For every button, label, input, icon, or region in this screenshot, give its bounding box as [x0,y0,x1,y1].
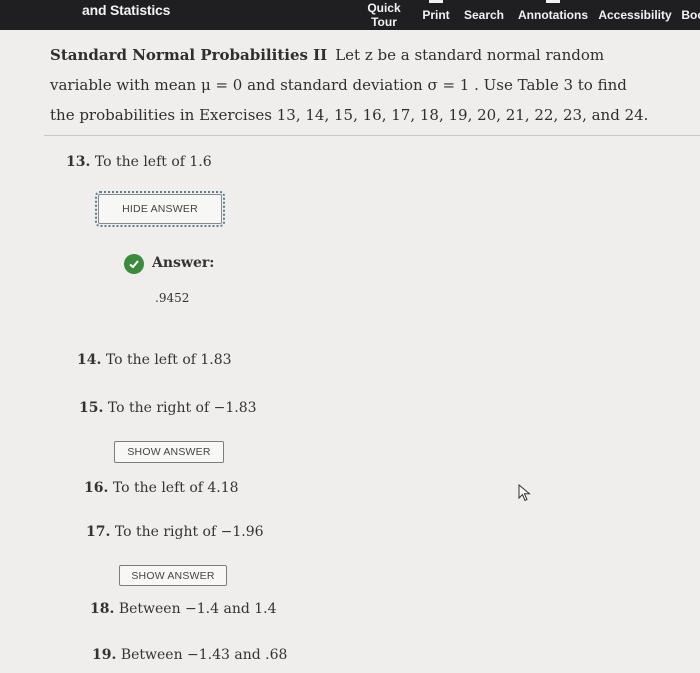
accessibility-label: Accessibility [598,8,672,22]
search-button[interactable]: Search [462,0,506,30]
app-title: and Statistics [82,2,171,18]
exercise-number: 13. [66,154,91,170]
exercise-text: To the left of 4.18 [112,480,239,496]
quick-tour-label-line2: Tour [371,15,397,29]
exercise-13: 13. To the left of 1.6 [66,154,212,170]
print-label: Print [422,8,450,22]
annotations-icon [546,0,560,3]
exercise-text: To the left of 1.6 [94,154,212,170]
exercise-18: 18. Between −1.4 and 1.4 [90,601,277,617]
exercise-text: To the right of −1.83 [107,400,257,416]
show-answer-button-15[interactable]: SHOW ANSWER [114,441,224,463]
book-button[interactable]: Boo [678,0,700,30]
exercise-text: Between −1.4 and 1.4 [118,601,277,617]
quick-tour-button[interactable]: Quick Tour [362,0,406,30]
annotations-button[interactable]: Annotations [516,0,590,30]
exercise-16: 16. To the left of 4.18 [84,480,239,496]
divider [44,135,700,136]
exercise-15: 15. To the right of −1.83 [79,400,257,416]
show-answer-button-17[interactable]: SHOW ANSWER [119,565,227,586]
exercise-number: 19. [92,647,117,663]
exercise-17: 17. To the right of −1.96 [86,524,264,540]
print-icon [429,0,443,3]
exercise-number: 15. [79,400,104,416]
exercise-14: 14. To the left of 1.83 [77,352,232,368]
exercise-number: 18. [90,601,115,617]
search-label: Search [463,8,505,22]
mouse-cursor-icon [518,484,531,502]
accessibility-button[interactable]: Accessibility [596,0,674,30]
exercise-text: Between −1.43 and .68 [120,647,288,663]
exercise-content: Standard Normal Probabilities II Let z be… [0,30,700,673]
exercise-number: 16. [84,480,109,496]
intro-paragraph: Standard Normal Probabilities II Let z be… [50,40,650,130]
exercise-number: 17. [86,524,111,540]
print-button[interactable]: Print [420,0,452,30]
annotations-label: Annotations [518,8,588,22]
top-toolbar: and Statistics Quick Tour Print Search A… [0,0,700,30]
exercise-text: To the left of 1.83 [105,352,232,368]
section-heading: Standard Normal Probabilities II [50,46,328,64]
quick-tour-label-line1: Quick [367,1,401,15]
exercise-number: 14. [77,352,102,368]
answer-value: .9452 [155,291,190,305]
hide-answer-button[interactable]: HIDE ANSWER [95,191,225,227]
exercise-text: To the right of −1.96 [114,524,264,540]
check-icon [124,254,144,274]
answer-label: Answer: [152,255,215,271]
book-label: Boo [681,8,700,22]
exercise-19: 19. Between −1.43 and .68 [92,647,287,663]
